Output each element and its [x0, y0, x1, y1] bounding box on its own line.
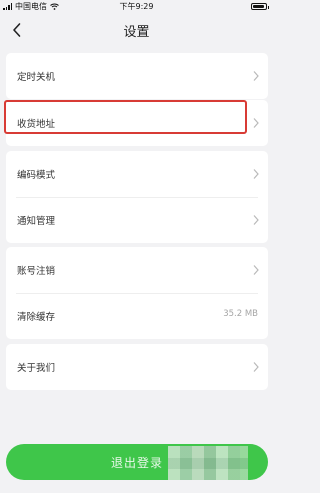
- battery-icon: [251, 3, 269, 10]
- setting-label: 收货地址: [17, 119, 56, 130]
- setting-account-deletion[interactable]: 账号注销: [6, 247, 268, 293]
- setting-clear-cache[interactable]: 清除缓存 35.2 MB: [6, 293, 268, 339]
- chevron-right-icon: [253, 118, 259, 128]
- setting-label: 账号注销: [17, 266, 56, 277]
- setting-label: 关于我们: [17, 363, 56, 374]
- status-bar: 中国电信 下午9:29: [0, 0, 273, 14]
- setting-encoding-mode[interactable]: 编码模式: [6, 151, 268, 197]
- status-time: 下午9:29: [119, 2, 154, 11]
- setting-label: 清除缓存: [17, 312, 56, 323]
- settings-group-4: 账号注销 清除缓存 35.2 MB: [6, 247, 268, 339]
- logout-label: 退出登录: [110, 455, 163, 470]
- setting-label: 编码模式: [17, 170, 56, 181]
- chevron-right-icon: [253, 169, 259, 179]
- chevron-right-icon: [253, 215, 259, 225]
- nav-bar: 设置: [0, 14, 273, 48]
- chevron-right-icon: [253, 265, 259, 275]
- chevron-right-icon: [253, 362, 259, 372]
- setting-label: 定时关机: [17, 72, 56, 83]
- setting-notification-management[interactable]: 通知管理: [6, 197, 268, 243]
- setting-label: 通知管理: [17, 216, 56, 227]
- back-arrow-icon[interactable]: [8, 20, 28, 40]
- settings-group-2: 收货地址: [6, 100, 268, 146]
- cache-size-value: 35.2 MB: [223, 309, 258, 319]
- settings-group-5: 关于我们: [6, 344, 268, 390]
- settings-group-1: 定时关机: [6, 53, 268, 99]
- setting-scheduled-shutdown[interactable]: 定时关机: [6, 53, 268, 99]
- page-title: 设置: [123, 25, 150, 40]
- setting-shipping-address[interactable]: 收货地址: [6, 100, 268, 146]
- setting-about-us[interactable]: 关于我们: [6, 344, 268, 390]
- settings-group-3: 编码模式 通知管理: [6, 151, 268, 243]
- chevron-right-icon: [253, 71, 259, 81]
- logout-button[interactable]: 退出登录: [6, 444, 268, 480]
